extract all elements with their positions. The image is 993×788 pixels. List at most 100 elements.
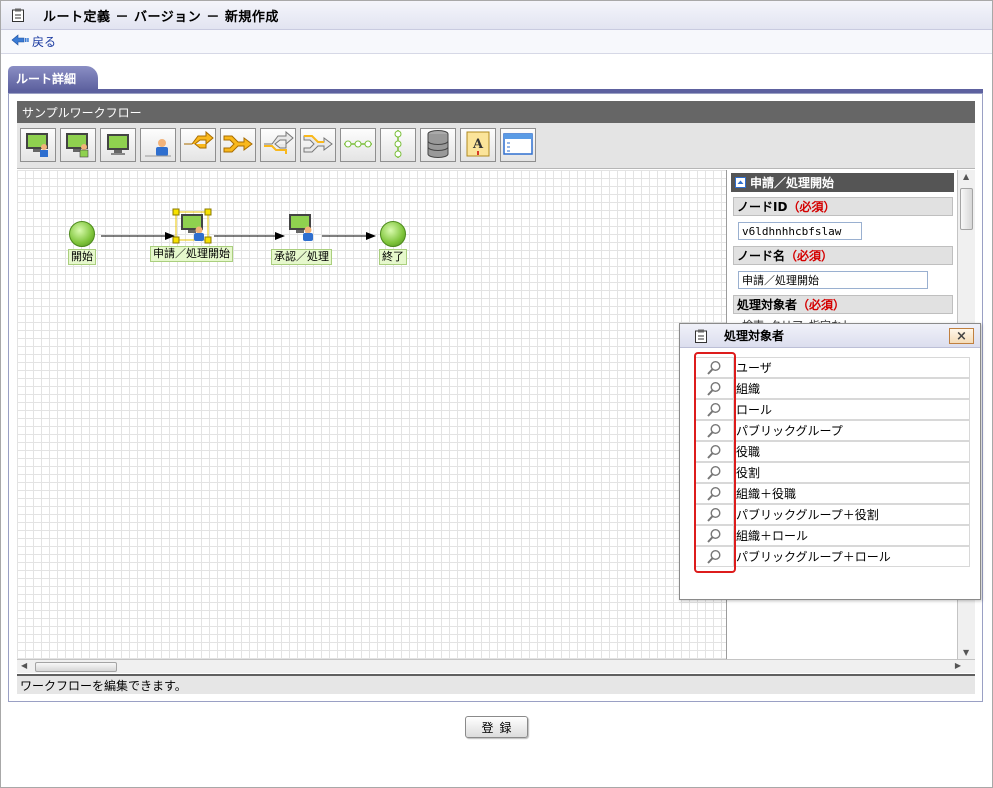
branch-button[interactable] <box>180 128 216 162</box>
node-end[interactable]: 終了 <box>379 221 407 265</box>
popup-item-label: 組織＋ロール <box>734 525 970 546</box>
monitor-node-icon <box>103 130 133 161</box>
svg-text:A: A <box>472 137 484 152</box>
required-mark: （必須） <box>787 200 836 214</box>
required-mark: （必須） <box>797 298 846 312</box>
popup-close-button[interactable]: × <box>949 328 974 344</box>
popup-item: ユーザ <box>694 357 970 378</box>
node-label: 承認／処理 <box>271 249 332 265</box>
merge-button[interactable] <box>220 128 256 162</box>
join-button[interactable] <box>300 128 336 162</box>
popup-item: ロール <box>694 399 970 420</box>
node-approve[interactable]: 承認／処理 <box>271 212 332 265</box>
workflow-toolbar: A <box>17 123 975 169</box>
popup-item-label: 役職 <box>734 441 970 462</box>
popup-title: 処理対象者 <box>724 329 785 343</box>
popup-item-label: パブリックグループ＋ロール <box>734 546 970 567</box>
node-start[interactable]: 開始 <box>68 221 96 265</box>
status-bar: ワークフローを編集できます。 <box>17 674 975 694</box>
window-button[interactable] <box>500 128 536 162</box>
search-icon[interactable] <box>694 399 734 420</box>
user-node-button[interactable] <box>140 128 176 162</box>
popup-item: 組織 <box>694 378 970 399</box>
popup-item: パブリックグループ <box>694 420 970 441</box>
back-arrow-icon <box>11 34 32 49</box>
node-name-field[interactable]: 申請／処理開始 <box>738 271 928 289</box>
popup-item-label: 組織＋役職 <box>734 483 970 504</box>
popup-item-label: 役割 <box>734 462 970 483</box>
search-icon[interactable] <box>694 441 734 462</box>
page-title: ルート定義 － バージョン － 新規作成 <box>43 9 279 25</box>
properties-title-text: 申請／処理開始 <box>750 176 835 190</box>
node-apply[interactable]: 申請／処理開始 <box>150 208 233 262</box>
popup-item: 役職 <box>694 441 970 462</box>
target-label: 処理対象者 （必須） <box>733 295 953 314</box>
search-icon[interactable] <box>694 504 734 525</box>
back-bar: 戻る <box>1 30 992 54</box>
monitor-node-button[interactable] <box>100 128 136 162</box>
approval-node-button[interactable] <box>60 128 96 162</box>
clipboard-icon <box>11 8 25 22</box>
register-button[interactable]: 登録 <box>465 716 528 738</box>
vertical-line-button[interactable] <box>380 128 416 162</box>
node-label: 開始 <box>68 249 96 265</box>
window-icon <box>502 130 534 161</box>
search-icon[interactable] <box>694 357 734 378</box>
search-icon[interactable] <box>694 378 734 399</box>
search-icon[interactable] <box>694 483 734 504</box>
database-button[interactable] <box>420 128 456 162</box>
apply-node-icon <box>172 208 212 244</box>
node-label: 申請／処理開始 <box>150 246 233 262</box>
workflow-canvas[interactable]: 開始 申請／処理開始 承認／処理 終了 <box>17 170 727 659</box>
node-id-field[interactable]: v6ldhnhhcbfslaw <box>738 222 862 240</box>
approval-node-icon <box>63 130 93 161</box>
process-node-icon <box>23 130 53 161</box>
line-button[interactable] <box>340 128 376 162</box>
horizontal-scroll-thumb[interactable] <box>35 662 117 672</box>
tab-route-detail[interactable]: ルート詳細 <box>8 66 98 90</box>
workflow-connectors <box>101 232 376 240</box>
text-button[interactable]: A <box>460 128 496 162</box>
search-icon[interactable] <box>694 462 734 483</box>
database-icon <box>424 129 452 162</box>
properties-title: 申請／処理開始 <box>731 173 954 192</box>
line-icon <box>342 130 374 161</box>
node-name-label: ノード名 （必須） <box>733 246 953 265</box>
popup-title-bar: 処理対象者 × <box>680 324 980 348</box>
node-id-label: ノードID （必須） <box>733 197 953 216</box>
user-node-icon <box>143 130 173 161</box>
node-name-label-text: ノード名 <box>737 249 786 263</box>
node-id-label-text: ノードID <box>737 200 788 214</box>
workflow-header: サンプルワークフロー <box>17 101 975 123</box>
clipboard-icon <box>694 329 708 343</box>
scroll-up-icon[interactable]: ▲ <box>963 172 969 181</box>
popup-item: 役割 <box>694 462 970 483</box>
vertical-scroll-thumb[interactable] <box>960 188 973 230</box>
search-icon[interactable] <box>694 546 734 567</box>
scroll-left-icon[interactable]: ◀ <box>21 661 27 670</box>
vertical-line-icon <box>384 129 412 162</box>
title-bar: ルート定義 － バージョン － 新規作成 <box>1 1 992 30</box>
back-label: 戻る <box>32 35 57 49</box>
popup-item-label: ロール <box>734 399 970 420</box>
scroll-down-icon[interactable]: ▼ <box>963 648 969 657</box>
collapse-icon[interactable] <box>735 177 746 188</box>
split-button[interactable] <box>260 128 296 162</box>
popup-item-label: 組織 <box>734 378 970 399</box>
search-icon[interactable] <box>694 420 734 441</box>
popup-item: 組織＋役職 <box>694 483 970 504</box>
target-label-text: 処理対象者 <box>737 298 798 312</box>
approve-node-icon <box>286 212 318 247</box>
popup-item-label: パブリックグループ＋役割 <box>734 504 970 525</box>
end-node-icon <box>380 221 406 247</box>
horizontal-scrollbar[interactable]: ◀ ▶ <box>17 659 975 673</box>
search-icon[interactable] <box>694 525 734 546</box>
back-link[interactable]: 戻る <box>11 33 56 50</box>
text-icon: A <box>464 129 492 162</box>
popup-item: パブリックグループ＋役割 <box>694 504 970 525</box>
scroll-right-icon[interactable]: ▶ <box>955 661 961 670</box>
required-mark: （必須） <box>785 249 834 263</box>
process-node-button[interactable] <box>20 128 56 162</box>
popup-item-label: パブリックグループ <box>734 420 970 441</box>
merge-icon <box>222 130 254 161</box>
